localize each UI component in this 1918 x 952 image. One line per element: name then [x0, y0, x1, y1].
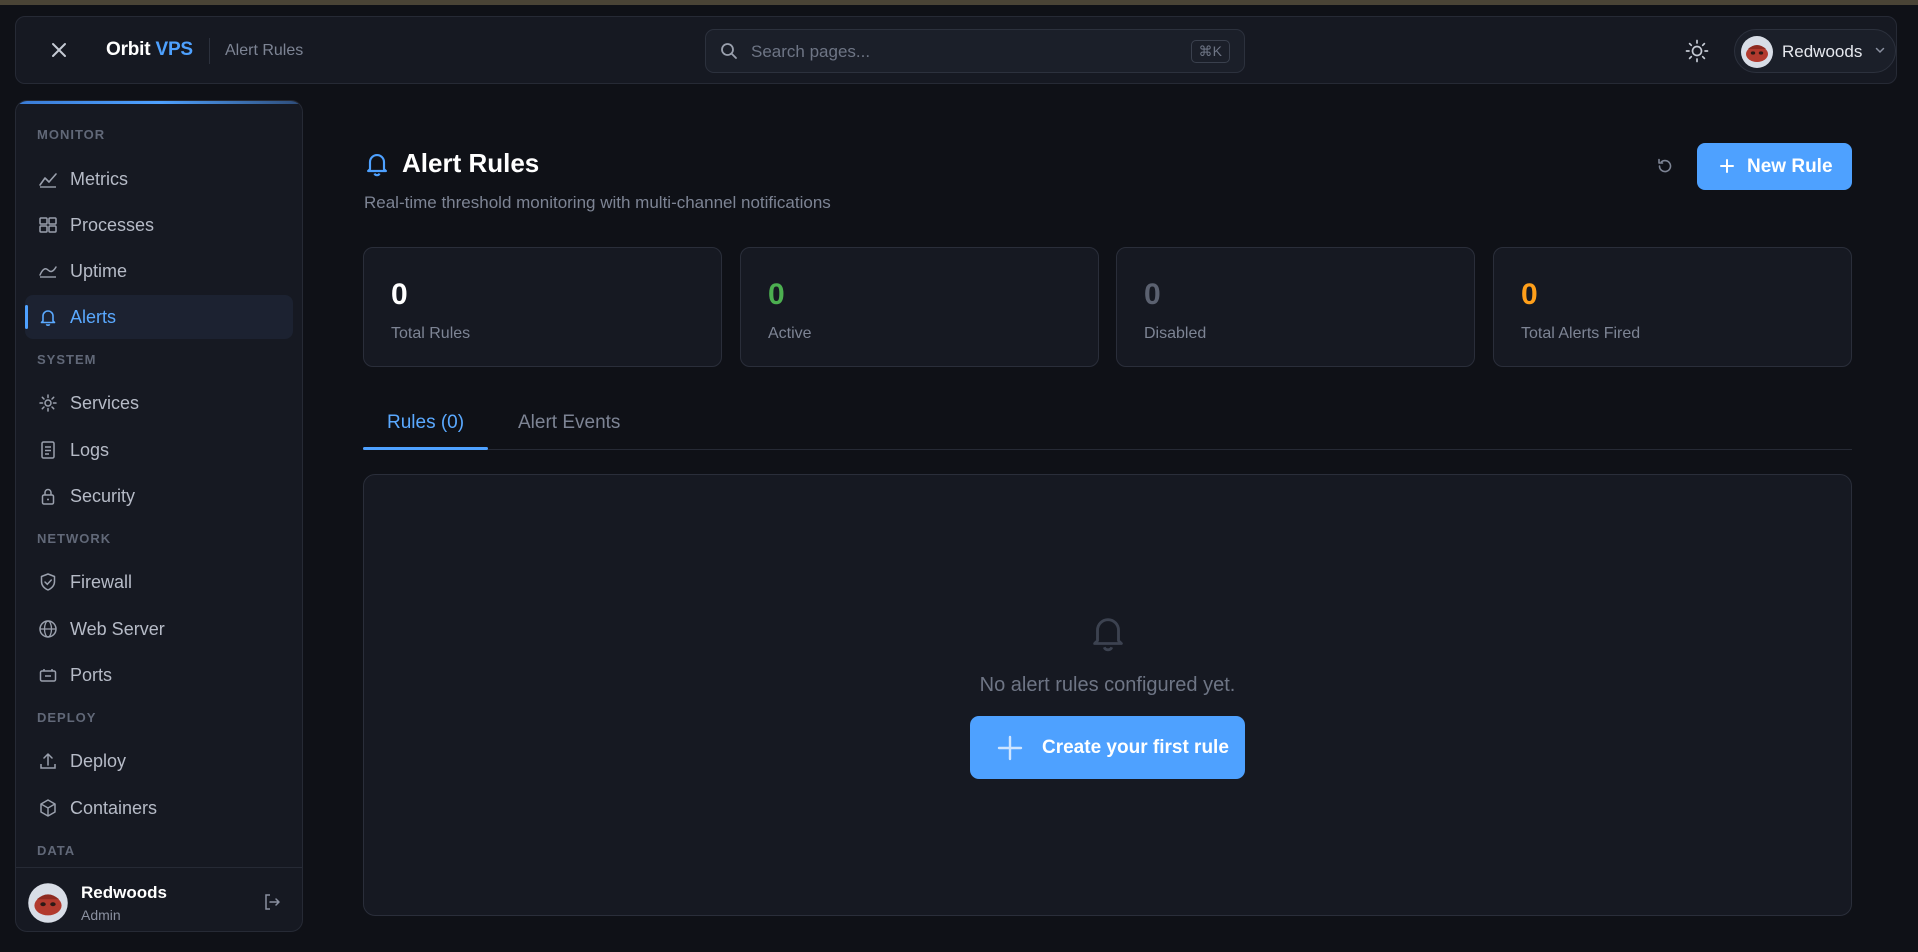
- brand-accent: VPS: [155, 39, 193, 60]
- stat-card-total-rules: 0 Total Rules: [363, 247, 722, 367]
- sidebar-item-deploy[interactable]: Deploy: [25, 739, 293, 783]
- refresh-icon: [1658, 158, 1672, 173]
- sidebar-item-label: Uptime: [70, 261, 128, 281]
- page-subtitle: Real-time threshold monitoring with mult…: [364, 193, 831, 212]
- theme-toggle-button[interactable]: [1684, 38, 1710, 64]
- sidebar-item-label: Firewall: [70, 572, 133, 592]
- scrollbar[interactable]: [1906, 100, 1916, 940]
- empty-state-message: No alert rules configured yet.: [979, 674, 1236, 696]
- close-icon: [52, 43, 66, 57]
- sidebar-item-label: Metrics: [70, 169, 128, 189]
- tab-rules[interactable]: Rules (0): [387, 412, 464, 450]
- section-label-network: NETWORK: [37, 531, 112, 546]
- deploy-icon: [40, 753, 56, 769]
- logout-button[interactable]: [262, 892, 282, 912]
- sidebar-item-label: Containers: [70, 798, 158, 818]
- stat-label: Disabled: [1144, 325, 1207, 342]
- create-first-rule-label: Create your first rule: [1042, 737, 1229, 758]
- sidebar: MONITOR Metrics Processes Uptime Alerts …: [15, 100, 303, 932]
- sidebar-accent-line: [16, 101, 302, 104]
- search-icon: [721, 43, 737, 59]
- create-first-rule-button[interactable]: Create your first rule: [970, 716, 1245, 779]
- section-label-monitor: MONITOR: [37, 127, 106, 142]
- footer-user-name: Redwoods: [81, 883, 167, 902]
- bell-icon: [367, 154, 387, 177]
- gear-icon: [39, 394, 57, 412]
- new-rule-button[interactable]: New Rule: [1697, 143, 1852, 190]
- stat-label: Total Alerts Fired: [1521, 325, 1641, 342]
- brand-logo[interactable]: Orbit VPS: [106, 39, 193, 61]
- logout-icon: [265, 894, 280, 910]
- sidebar-item-security[interactable]: Security: [25, 474, 293, 518]
- plus-icon: [1720, 159, 1734, 173]
- grid-icon: [39, 217, 57, 233]
- uptime-icon: [39, 266, 57, 278]
- stat-value: 0: [768, 278, 785, 311]
- stat-card-total-alerts-fired: 0 Total Alerts Fired: [1493, 247, 1852, 367]
- footer-user-role: Admin: [81, 907, 121, 923]
- sidebar-item-label: Services: [70, 393, 140, 413]
- avatar: [1741, 36, 1773, 68]
- box-icon: [40, 799, 56, 817]
- sidebar-item-label: Ports: [70, 665, 113, 685]
- sidebar-item-label: Alerts: [70, 307, 117, 327]
- section-label-deploy: DEPLOY: [37, 710, 97, 725]
- active-tab-indicator: [363, 447, 488, 450]
- stat-card-disabled: 0 Disabled: [1116, 247, 1475, 367]
- search-placeholder: Search pages...: [751, 42, 871, 61]
- sidebar-item-containers[interactable]: Containers: [25, 786, 293, 830]
- chevron-down-icon: [1875, 47, 1885, 54]
- sidebar-item-alerts[interactable]: Alerts: [25, 295, 293, 339]
- breadcrumb: Alert Rules: [225, 42, 304, 59]
- chart-line-icon: [39, 173, 57, 188]
- sidebar-item-processes[interactable]: Processes: [25, 203, 293, 247]
- search-shortcut-badge: ⌘K: [1190, 40, 1230, 63]
- sidebar-item-firewall[interactable]: Firewall: [25, 560, 293, 604]
- plus-icon: [997, 735, 1023, 761]
- document-icon: [41, 441, 55, 459]
- stat-card-active: 0 Active: [740, 247, 1099, 367]
- bell-icon: [40, 310, 56, 327]
- sidebar-item-web-server[interactable]: Web Server: [25, 607, 293, 651]
- user-menu-button[interactable]: Redwoods: [1734, 29, 1896, 73]
- sidebar-item-metrics[interactable]: Metrics: [25, 157, 293, 201]
- active-indicator: [25, 305, 28, 329]
- search-input[interactable]: Search pages... ⌘K: [705, 29, 1245, 73]
- user-name: Redwoods: [1782, 42, 1863, 61]
- tab-alert-events[interactable]: Alert Events: [518, 412, 620, 450]
- stat-value: 0: [1144, 278, 1161, 311]
- stat-label: Total Rules: [391, 325, 471, 342]
- bell-icon: [1093, 618, 1123, 652]
- section-label-data: DATA: [37, 843, 76, 858]
- header-divider: [209, 38, 210, 64]
- close-sidebar-button[interactable]: [46, 37, 72, 63]
- brand-name: Orbit: [106, 39, 151, 60]
- sidebar-item-label: Deploy: [70, 751, 127, 771]
- sidebar-item-services[interactable]: Services: [25, 381, 293, 425]
- sidebar-item-label: Logs: [70, 440, 110, 460]
- sidebar-user-footer: Redwoods Admin: [16, 867, 302, 931]
- sun-icon: [1685, 39, 1709, 63]
- sidebar-item-uptime[interactable]: Uptime: [25, 249, 293, 293]
- stat-value: 0: [1521, 278, 1538, 311]
- sidebar-item-ports[interactable]: Ports: [25, 653, 293, 697]
- globe-icon: [39, 620, 57, 638]
- sidebar-item-label: Processes: [70, 215, 155, 235]
- lock-icon: [41, 488, 55, 505]
- sidebar-item-label: Security: [70, 486, 136, 506]
- sidebar-item-label: Web Server: [70, 619, 165, 639]
- section-label-system: SYSTEM: [37, 352, 97, 367]
- new-rule-label: New Rule: [1747, 156, 1833, 177]
- sidebar-item-logs[interactable]: Logs: [25, 428, 293, 472]
- avatar: [28, 883, 68, 923]
- stat-value: 0: [391, 278, 408, 311]
- top-header: Orbit VPS Alert Rules Search pages... ⌘K: [15, 16, 1897, 84]
- port-icon: [39, 669, 57, 682]
- page-title: Alert Rules: [402, 148, 540, 178]
- stat-label: Active: [768, 325, 812, 342]
- shield-icon: [40, 573, 56, 591]
- refresh-button[interactable]: [1654, 155, 1676, 177]
